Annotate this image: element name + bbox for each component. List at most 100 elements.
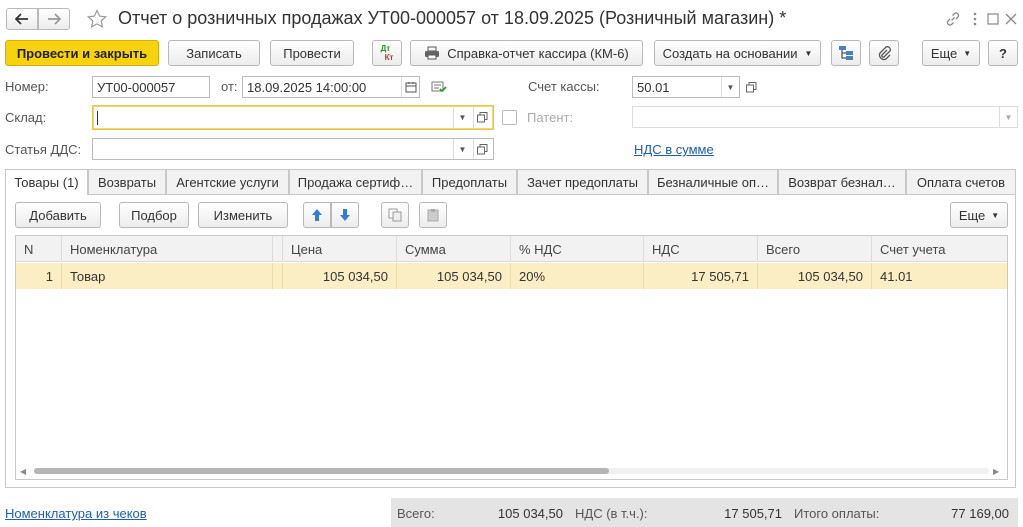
dds-open-button[interactable]: [473, 139, 491, 159]
select-items-button[interactable]: Подбор: [119, 202, 189, 228]
move-up-button[interactable]: [303, 202, 331, 228]
total-value: 105 034,50: [497, 506, 563, 521]
forward-button[interactable]: [38, 8, 70, 30]
scroll-left-arrow[interactable]: ◀: [20, 467, 26, 476]
number-label: Номер:: [5, 79, 49, 94]
cell-sum: 105 034,50: [397, 263, 511, 289]
arrow-up-icon: [312, 209, 322, 221]
cell-vat-rate: 20%: [511, 263, 644, 289]
back-button[interactable]: [6, 8, 38, 30]
date-from-label: от:: [221, 79, 238, 94]
create-based-on-label: Создать на основании: [662, 45, 798, 61]
tab-agent-services[interactable]: Агентские услуги: [166, 169, 289, 194]
chevron-down-icon: ▼: [726, 82, 735, 92]
cash-account-open-icon[interactable]: [742, 78, 760, 96]
maximize-icon[interactable]: [984, 10, 1002, 28]
chevron-down-icon: ▼: [1004, 112, 1013, 122]
dds-field[interactable]: ▼: [92, 138, 494, 160]
tab-certificate-sales[interactable]: Продажа сертиф…: [289, 169, 422, 194]
tab-goods[interactable]: Товары (1): [5, 169, 88, 195]
table-row[interactable]: 1 Товар 105 034,50 105 034,50 20% 17 505…: [16, 263, 1007, 289]
warehouse-open-button[interactable]: [473, 107, 491, 128]
cash-account-field[interactable]: 50.01 ▼: [632, 76, 740, 98]
link-icon[interactable]: [944, 10, 962, 28]
col-header-price[interactable]: Цена: [283, 236, 397, 262]
tab-invoice-payment[interactable]: Оплата счетов: [906, 169, 1016, 194]
col-header-total[interactable]: Всего: [758, 236, 872, 262]
close-icon[interactable]: [1002, 10, 1020, 28]
calendar-icon: [405, 82, 416, 93]
date-field[interactable]: 18.09.2025 14:00:00: [242, 76, 420, 98]
date-value: 18.09.2025 14:00:00: [247, 79, 367, 95]
tab-panel: Добавить Подбор Изменить Еще ▼ N Номенкл…: [5, 194, 1016, 488]
copy-rows-button[interactable]: [381, 202, 409, 228]
more-vertical-icon[interactable]: [968, 10, 982, 28]
horizontal-scrollbar[interactable]: ◀ ▶: [16, 464, 1007, 478]
window-title: Отчет о розничных продажах УТ00-000057 о…: [118, 8, 787, 28]
dt-kt-button[interactable]: Дт Кт: [372, 40, 402, 66]
scroll-track[interactable]: [34, 468, 989, 474]
paid-total-label: Итого оплаты:: [794, 506, 880, 521]
cell-total: 105 034,50: [758, 263, 872, 289]
scroll-thumb[interactable]: [34, 468, 609, 474]
attach-button[interactable]: [869, 40, 899, 66]
document-status-icon[interactable]: [430, 78, 448, 96]
vat-total-value: 17 505,71: [724, 506, 782, 521]
cashier-report-button[interactable]: Справка-отчет кассира (КМ-6): [410, 40, 643, 66]
more-button[interactable]: Еще ▼: [922, 40, 980, 66]
kt-label: Кт: [384, 53, 394, 62]
save-button[interactable]: Записать: [168, 40, 260, 66]
chevron-down-icon: ▼: [458, 144, 467, 154]
post-and-close-button[interactable]: Провести и закрыть: [5, 40, 159, 66]
cell-account: 41.01: [880, 268, 913, 284]
dds-label: Статья ДДС:: [5, 142, 82, 157]
cell-price: 105 034,50: [283, 263, 397, 289]
col-header-n[interactable]: N: [16, 236, 62, 262]
add-row-button[interactable]: Добавить: [15, 202, 101, 228]
copy-icon: [388, 208, 402, 222]
col-header-item[interactable]: Номенклатура: [62, 236, 273, 262]
vat-in-sum-link[interactable]: НДС в сумме: [634, 142, 714, 157]
cash-account-dropdown[interactable]: ▼: [721, 77, 739, 97]
tab-cashless-operations[interactable]: Безналичные оп…: [648, 169, 778, 194]
favorite-star-icon[interactable]: [86, 8, 108, 30]
col-header-account[interactable]: Счет учета: [872, 236, 1007, 262]
dds-dropdown[interactable]: ▼: [453, 139, 471, 159]
patent-checkbox[interactable]: [502, 110, 517, 125]
receipts-items-link[interactable]: Номенклатура из чеков: [5, 506, 147, 521]
col-header-vat-rate[interactable]: % НДС: [511, 236, 644, 262]
warehouse-field[interactable]: ▼: [92, 105, 494, 130]
create-based-on-button[interactable]: Создать на основании ▼: [654, 40, 821, 66]
warehouse-dropdown[interactable]: ▼: [453, 107, 471, 128]
col-header-vat[interactable]: НДС: [644, 236, 758, 262]
tab-returns[interactable]: Возвраты: [88, 169, 166, 194]
printer-icon: [425, 46, 440, 60]
post-button[interactable]: Провести: [270, 40, 354, 66]
patent-dropdown[interactable]: ▼: [999, 107, 1017, 127]
col-header-splitter[interactable]: [273, 236, 283, 262]
open-icon: [477, 143, 488, 154]
total-label: Всего:: [397, 506, 435, 521]
cell-splitter: [273, 263, 283, 289]
structure-button[interactable]: [831, 40, 861, 66]
col-header-sum[interactable]: Сумма: [397, 236, 511, 262]
goods-table: N Номенклатура Цена Сумма % НДС НДС Всег…: [15, 235, 1008, 480]
title-bar: Отчет о розничных продажах УТ00-000057 о…: [0, 0, 1023, 38]
cash-account-value: 50.01: [637, 79, 670, 95]
arrow-left-icon: [15, 13, 28, 25]
move-down-button[interactable]: [331, 202, 359, 228]
paste-rows-button[interactable]: [419, 202, 447, 228]
scroll-right-arrow[interactable]: ▶: [993, 467, 999, 476]
patent-field[interactable]: ▼: [632, 106, 1018, 128]
change-button[interactable]: Изменить: [198, 202, 288, 228]
number-field[interactable]: УТ00-000057: [92, 76, 210, 98]
table-more-label: Еще: [958, 207, 986, 223]
table-header: N Номенклатура Цена Сумма % НДС НДС Всег…: [16, 236, 1007, 262]
tab-prepayments[interactable]: Предоплаты: [422, 169, 517, 194]
dt-label: Дт: [380, 44, 391, 53]
tab-prepayment-offset[interactable]: Зачет предоплаты: [517, 169, 648, 194]
calendar-button[interactable]: [401, 77, 419, 97]
help-button[interactable]: ?: [988, 40, 1018, 66]
table-more-button[interactable]: Еще ▼: [950, 202, 1008, 228]
tab-cashless-return[interactable]: Возврат безнал…: [778, 169, 906, 194]
